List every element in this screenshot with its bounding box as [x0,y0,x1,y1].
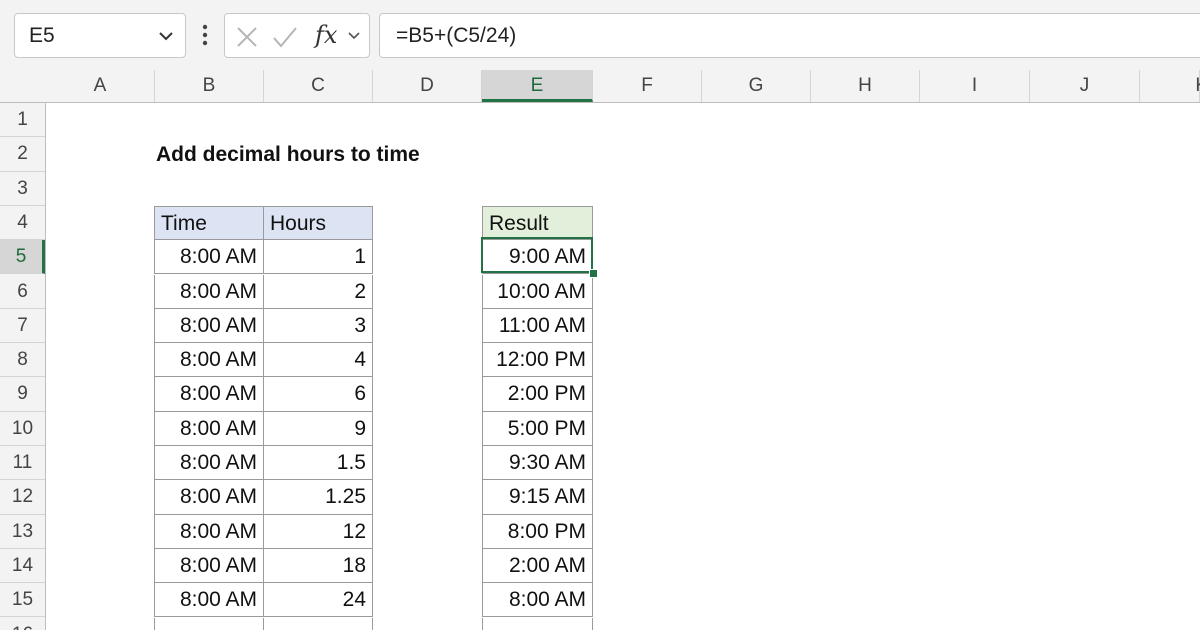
row-header-14[interactable]: 14 [0,549,45,584]
insert-function-icon[interactable]: fx [315,14,337,57]
more-options-icon[interactable] [198,20,212,50]
time-cell[interactable]: 8:00 AM [154,446,264,481]
hours-cell[interactable]: 1.5 [264,446,373,481]
row-header-15[interactable]: 15 [0,583,45,618]
result-cell[interactable]: 8:00 PM [482,514,593,549]
row-header-3[interactable]: 3 [0,172,45,206]
worksheet-grid: Add decimal hours to time Time Hours Res… [46,103,1200,630]
column-header-h[interactable]: H [811,70,920,102]
time-cell-cutoff[interactable] [154,617,264,630]
column-header-g[interactable]: G [702,70,811,102]
time-cell[interactable]: 8:00 AM [154,240,264,275]
result-cell[interactable]: 8:00 AM [482,583,593,618]
time-cell[interactable]: 8:00 AM [154,411,264,446]
column-header-k-label: K [1195,75,1200,96]
result-cell[interactable]: 10:00 AM [482,274,593,309]
row-header-4[interactable]: 4 [0,206,45,241]
hours-cell[interactable]: 12 [264,514,373,549]
header-result[interactable]: Result [482,205,593,241]
result-cell-cutoff[interactable] [482,617,593,630]
checkmark-icon[interactable] [271,24,299,50]
hours-cell-cutoff[interactable] [264,617,373,630]
hours-cell[interactable]: 6 [264,377,373,412]
header-hours[interactable]: Hours [264,205,373,241]
column-header-d[interactable]: D [373,70,482,102]
column-header-i[interactable]: I [920,70,1030,102]
time-cell[interactable]: 8:00 AM [154,274,264,309]
result-cell[interactable]: 11:00 AM [482,308,593,344]
row-header-16[interactable]: 16 [0,618,45,630]
fill-handle[interactable] [589,269,598,278]
row-header-6[interactable]: 6 [0,275,45,309]
column-header-a[interactable]: A [46,70,155,102]
formula-bar: E5 fx =B5+(C5/24) [0,0,1200,70]
row-header-11[interactable]: 11 [0,446,45,481]
cancel-icon[interactable] [235,25,259,49]
time-cell[interactable]: 8:00 AM [154,514,264,549]
column-header-f[interactable]: F [593,70,702,102]
name-box-value: E5 [29,24,55,47]
time-cell[interactable]: 8:00 AM [154,377,264,412]
hours-cell[interactable]: 1.25 [264,480,373,515]
row-headers: 1 2 3 4 5 6 7 8 9 10 11 12 13 14 15 16 [0,103,46,630]
hours-cell[interactable]: 1 [264,240,373,275]
row-header-12[interactable]: 12 [0,480,45,515]
time-cell[interactable]: 8:00 AM [154,583,264,618]
result-cell[interactable]: 12:00 PM [482,343,593,378]
row-header-7[interactable]: 7 [0,309,45,344]
row-header-13[interactable]: 13 [0,515,45,549]
result-cell[interactable]: 9:30 AM [482,446,593,481]
column-header-e[interactable]: E [482,70,593,102]
result-cell[interactable]: 9:00 AM [482,240,593,275]
column-header-c[interactable]: C [264,70,373,102]
chevron-down-icon[interactable] [157,27,175,45]
row-header-1[interactable]: 1 [0,103,45,138]
time-cell[interactable]: 8:00 AM [154,548,264,584]
formula-input[interactable]: =B5+(C5/24) [379,13,1200,58]
row-header-2[interactable]: 2 [0,137,45,172]
result-cell[interactable]: 2:00 PM [482,377,593,412]
hours-cell[interactable]: 18 [264,548,373,584]
column-header-k[interactable]: K [1140,70,1200,102]
hours-cell[interactable]: 4 [264,343,373,378]
column-header-b[interactable]: B [155,70,264,102]
hours-cell[interactable]: 2 [264,274,373,309]
formula-controls: fx [224,13,370,58]
row-header-9[interactable]: 9 [0,377,45,412]
time-cell[interactable]: 8:00 AM [154,308,264,344]
hours-cell[interactable]: 24 [264,583,373,618]
name-box[interactable]: E5 [14,13,186,58]
sheet-title[interactable]: Add decimal hours to time [156,138,420,172]
hours-cell[interactable]: 9 [264,411,373,446]
column-header-j[interactable]: J [1030,70,1140,102]
header-time[interactable]: Time [154,205,264,241]
hours-cell[interactable]: 3 [264,308,373,344]
result-cell[interactable]: 2:00 AM [482,548,593,584]
chevron-down-icon[interactable] [347,27,361,45]
result-cell[interactable]: 5:00 PM [482,411,593,446]
row-header-5[interactable]: 5 [0,240,45,275]
time-cell[interactable]: 8:00 AM [154,480,264,515]
column-headers: A B C D E F G H I J K [0,70,1200,103]
result-cell[interactable]: 9:15 AM [482,480,593,515]
formula-text: =B5+(C5/24) [396,24,517,47]
time-cell[interactable]: 8:00 AM [154,343,264,378]
row-header-10[interactable]: 10 [0,412,45,446]
row-header-8[interactable]: 8 [0,343,45,378]
